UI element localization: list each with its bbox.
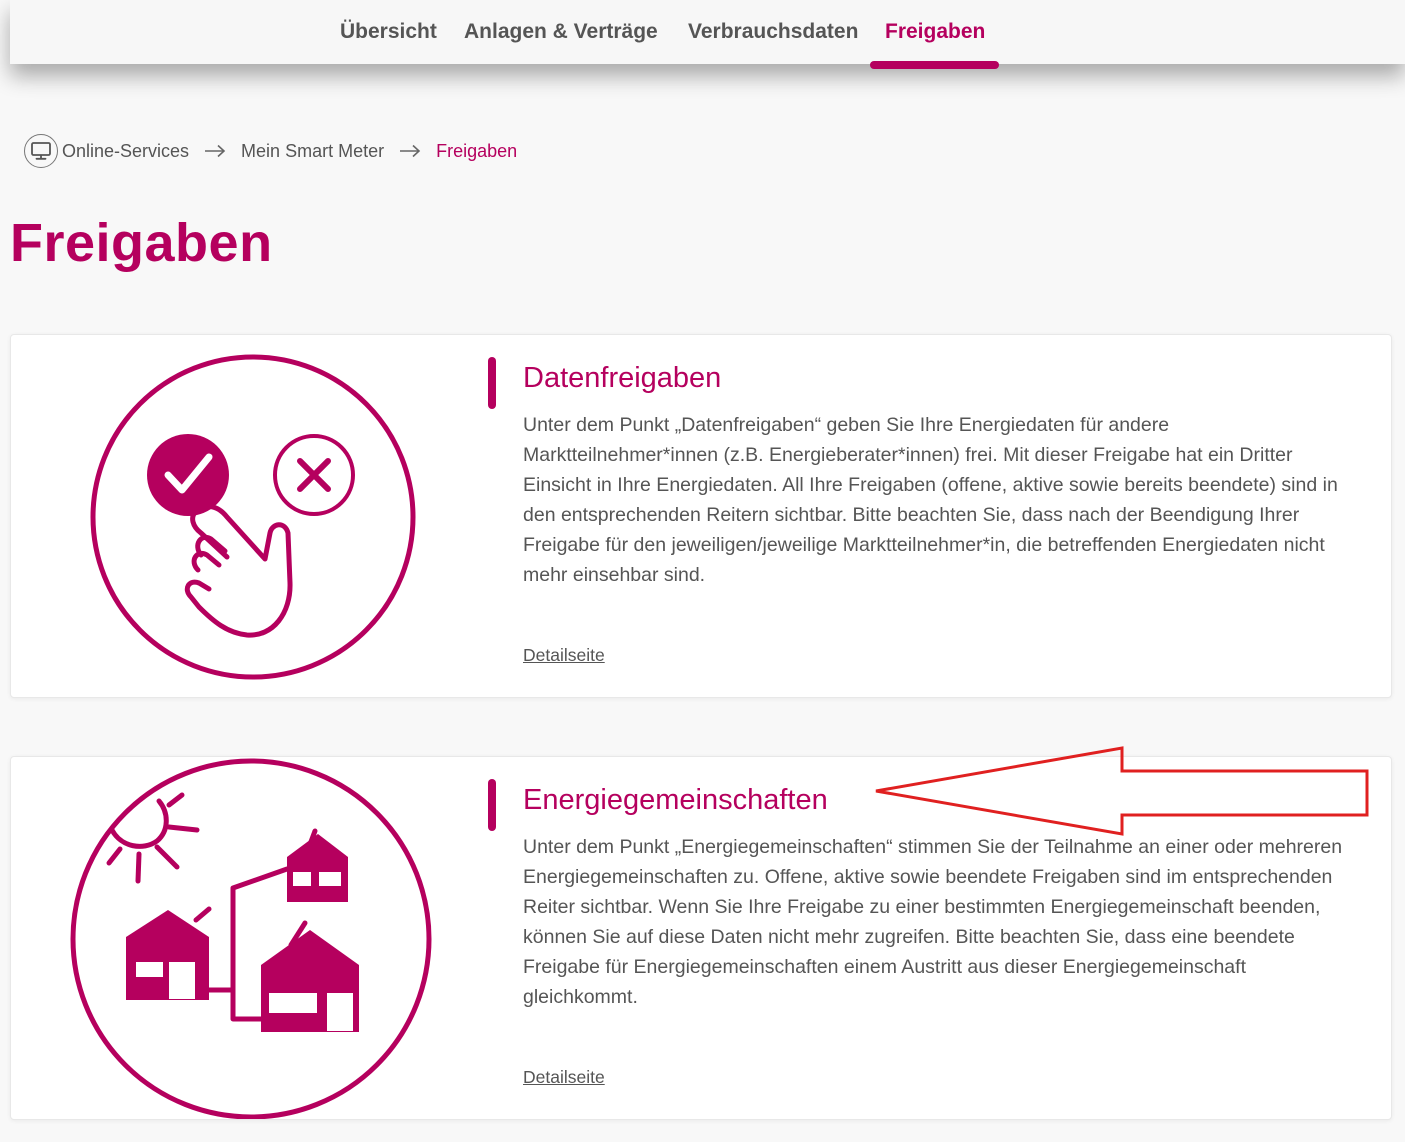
card-title: Datenfreigaben: [523, 362, 722, 394]
card-accent-bar: [488, 357, 496, 409]
breadcrumb-freigaben: Freigaben: [436, 140, 518, 161]
active-tab-indicator: [870, 61, 999, 69]
breadcrumb: Online-Services Mein Smart Meter Freigab…: [24, 132, 517, 170]
top-navigation: Übersicht Anlagen & Verträge Verbrauchsd…: [10, 0, 1405, 69]
tab-anlagen-vertraege[interactable]: Anlagen & Verträge: [464, 20, 658, 44]
tab-freigaben[interactable]: Freigaben: [885, 20, 985, 44]
arrow-right-icon: [189, 144, 241, 158]
card-description: Unter dem Punkt „Energiegemeinschaften“ …: [523, 836, 1343, 1008]
breadcrumb-online-services[interactable]: Online-Services: [62, 141, 189, 162]
monitor-icon[interactable]: [24, 134, 58, 168]
detailseite-link[interactable]: Detailseite: [523, 645, 605, 666]
breadcrumb-mein-smart-meter[interactable]: Mein Smart Meter: [241, 141, 384, 162]
detailseite-link[interactable]: Detailseite: [523, 1067, 605, 1088]
tab-uebersicht[interactable]: Übersicht: [340, 20, 437, 44]
card-datenfreigaben: Datenfreigaben Unter dem Punkt „Datenfre…: [10, 334, 1392, 698]
tab-verbrauchsdaten[interactable]: Verbrauchsdaten: [688, 20, 858, 44]
consent-hand-icon: [90, 354, 416, 680]
card-accent-bar: [488, 779, 496, 831]
card-energiegemeinschaften: Energiegemeinschaften Unter dem Punkt „E…: [10, 756, 1392, 1120]
card-title: Energiegemeinschaften: [523, 784, 828, 816]
page-title: Freigaben: [10, 213, 273, 273]
arrow-right-icon: [384, 144, 436, 158]
energy-community-icon: [70, 758, 432, 1119]
card-description: Unter dem Punkt „Datenfreigaben“ geben S…: [523, 414, 1338, 586]
